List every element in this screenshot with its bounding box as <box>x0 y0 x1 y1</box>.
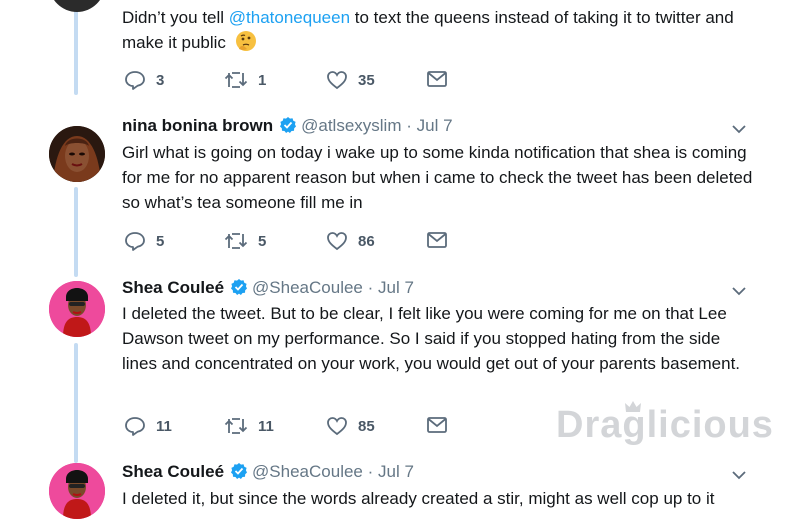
like-count: 35 <box>358 71 375 89</box>
tweet-text: I deleted it, but since the words alread… <box>122 489 715 508</box>
avatar[interactable] <box>49 281 105 337</box>
heart-icon <box>327 71 347 90</box>
message-button[interactable] <box>426 231 448 249</box>
crown-icon <box>625 401 641 412</box>
chevron-down-icon[interactable] <box>730 284 748 298</box>
chevron-down-icon[interactable] <box>730 468 748 482</box>
like-button[interactable]: 85 <box>326 416 375 436</box>
thread-line <box>74 343 78 463</box>
display-name[interactable]: Shea Couleé <box>122 462 224 481</box>
tweet-header: Shea Couleé @SheaCoulee · Jul 7 <box>122 462 414 482</box>
retweet-icon <box>224 72 248 88</box>
tweet-date[interactable]: · Jul 7 <box>368 278 414 297</box>
tweet-date[interactable]: · Jul 7 <box>406 116 452 135</box>
tweet-header: nina bonina brown @atlsexyslim · Jul 7 <box>122 116 453 136</box>
reply-button[interactable]: 5 <box>124 231 164 251</box>
reply-icon <box>125 417 145 436</box>
reply-icon <box>125 232 145 251</box>
heart-icon <box>327 417 347 436</box>
verified-badge-icon <box>231 463 248 479</box>
display-name[interactable]: nina bonina brown <box>122 116 273 135</box>
reply-icon <box>125 71 145 90</box>
reply-count: 3 <box>156 71 165 89</box>
envelope-icon <box>427 417 447 433</box>
message-button[interactable] <box>426 416 448 434</box>
envelope-icon <box>427 232 447 248</box>
reply-count: 5 <box>156 232 165 250</box>
like-button[interactable]: 86 <box>326 231 375 251</box>
like-button[interactable]: 35 <box>326 70 375 90</box>
retweet-count: 1 <box>258 71 267 89</box>
mention-link[interactable]: @thatonequeen <box>229 8 350 27</box>
message-button[interactable] <box>426 70 448 88</box>
verified-badge-icon <box>231 279 248 295</box>
avatar[interactable] <box>49 463 105 519</box>
retweet-button[interactable]: 5 <box>224 231 266 251</box>
tweet-text: Didn’t you tell @thatonequeen to text th… <box>122 5 762 59</box>
reply-button[interactable]: 11 <box>124 416 172 436</box>
retweet-count: 11 <box>258 417 274 435</box>
tweet-text: I deleted the tweet. But to be clear, I … <box>122 304 741 373</box>
tweet-text: Girl what is going on today i wake up to… <box>122 143 753 212</box>
reply-count: 11 <box>156 417 172 435</box>
retweet-button[interactable]: 1 <box>224 70 266 90</box>
reply-button[interactable]: 3 <box>124 70 164 90</box>
watermark-logo: Draglicious <box>556 404 774 446</box>
display-name[interactable]: Shea Couleé <box>122 278 224 297</box>
like-count: 85 <box>358 417 375 435</box>
retweet-count: 5 <box>258 232 267 250</box>
envelope-icon <box>427 71 447 87</box>
like-count: 86 <box>358 232 375 250</box>
heart-icon <box>327 232 347 251</box>
retweet-button[interactable]: 11 <box>224 416 274 436</box>
retweet-icon <box>224 233 248 249</box>
tweet-header: Shea Couleé @SheaCoulee · Jul 7 <box>122 278 414 298</box>
user-handle[interactable]: @SheaCoulee <box>252 462 363 481</box>
verified-badge-icon <box>280 117 297 133</box>
thread-line <box>74 187 78 277</box>
chevron-down-icon[interactable] <box>730 122 748 136</box>
retweet-icon <box>224 418 248 434</box>
thinking-face-emoji-icon <box>235 30 257 59</box>
avatar[interactable] <box>49 126 105 182</box>
thread-line <box>74 0 78 95</box>
user-handle[interactable]: @SheaCoulee <box>252 278 363 297</box>
user-handle[interactable]: @atlsexyslim <box>301 116 401 135</box>
tweet-date[interactable]: · Jul 7 <box>368 462 414 481</box>
avatar[interactable] <box>49 0 105 12</box>
